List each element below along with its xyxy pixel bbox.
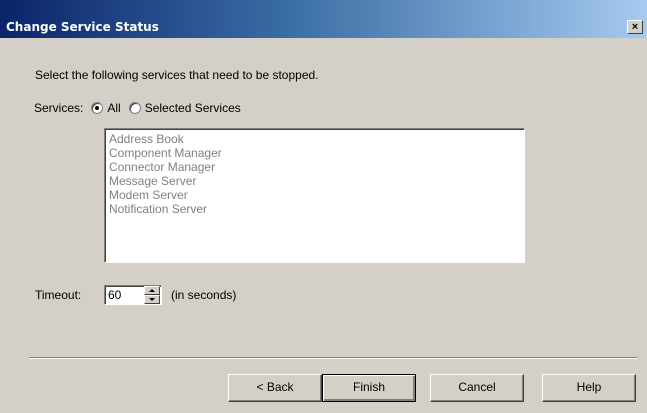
window-title: Change Service Status	[6, 20, 159, 34]
close-icon: ×	[631, 21, 639, 33]
radio-all[interactable]	[91, 102, 104, 114]
list-item: Notification Server	[109, 202, 208, 216]
change-service-status-dialog: Change Service Status × Select the follo…	[0, 0, 647, 413]
timeout-spinner[interactable]	[144, 286, 160, 304]
radio-selected-services-label[interactable]: Selected Services	[145, 101, 241, 115]
close-button[interactable]: ×	[627, 20, 643, 34]
radio-selected-services[interactable]	[128, 102, 141, 114]
services-label: Services:	[34, 101, 84, 115]
finish-button[interactable]: Finish	[322, 374, 416, 402]
back-button[interactable]: < Back	[228, 374, 322, 402]
services-radio-group: Services: All Selected Services	[34, 101, 241, 115]
spin-down-icon[interactable]	[144, 295, 160, 304]
timeout-unit-label: (in seconds)	[171, 288, 237, 302]
list-item: Component Manager	[109, 146, 222, 160]
list-item: Message Server	[109, 174, 197, 188]
list-item: Connector Manager	[109, 160, 216, 174]
title-bar[interactable]: Change Service Status ×	[0, 0, 647, 38]
separator	[29, 357, 637, 359]
spin-up-icon[interactable]	[144, 286, 160, 295]
list-item: Address Book	[109, 132, 184, 146]
list-item: Modem Server	[109, 188, 188, 202]
radio-all-label[interactable]: All	[107, 101, 120, 115]
help-button[interactable]: Help	[542, 374, 636, 402]
cancel-button[interactable]: Cancel	[430, 374, 524, 402]
timeout-label: Timeout:	[35, 288, 82, 302]
instructions-text: Select the following services that need …	[35, 68, 319, 82]
services-listbox[interactable]: Address Book Component Manager Connector…	[104, 128, 525, 263]
